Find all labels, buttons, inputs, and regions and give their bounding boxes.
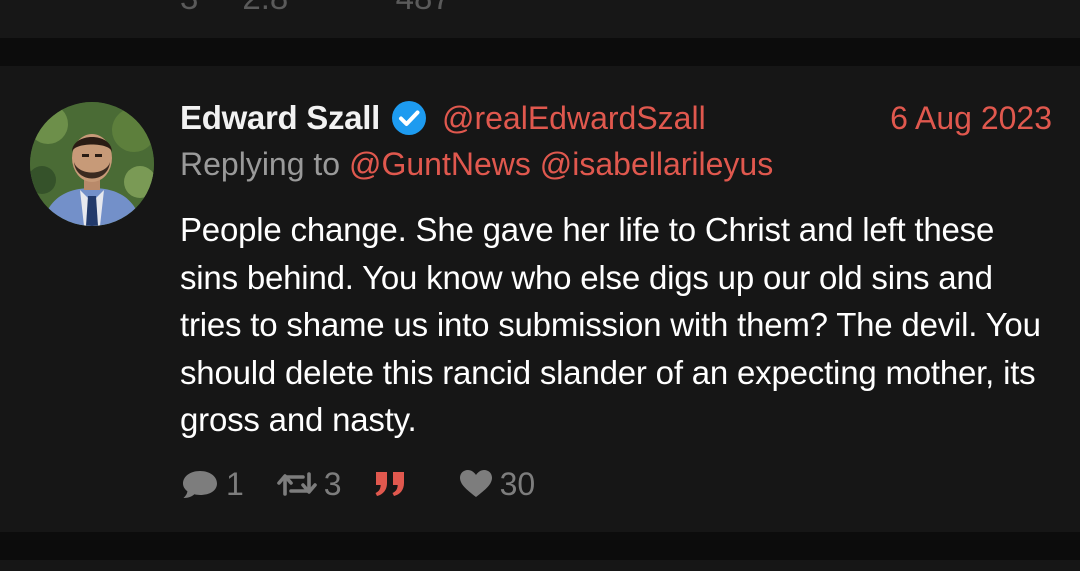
reply-button[interactable]: 1 [180,466,244,503]
post-date[interactable]: 6 Aug 2023 [890,100,1052,137]
like-button[interactable]: 30 [458,465,536,503]
retweet-count: 3 [323,465,342,502]
replying-to-line: Replying to @GuntNews @isabellarileyus [180,146,773,183]
speech-bubble-icon [180,468,220,500]
next-post-card [0,560,1080,571]
verified-badge-icon [390,99,428,137]
previous-post-actions: 3 2.8 ❞ 487 [180,0,451,17]
author-display-name[interactable]: Edward Szall [180,99,380,137]
like-count: 30 [499,465,536,502]
avatar[interactable] [30,102,154,226]
previous-like-count[interactable]: 487 [396,0,451,17]
post-text: People change. She gave her life to Chri… [180,211,1041,438]
previous-reply-count[interactable]: 3 [180,0,198,17]
retweet-button[interactable]: 3 [276,466,342,503]
post-actions: 1 3 30 [180,462,535,506]
reply-count: 1 [226,465,244,502]
mention-link[interactable]: @isabellarileyus [540,146,773,182]
retweet-icon [276,468,318,500]
author-handle[interactable]: @realEdwardSzall [442,100,706,137]
previous-post-card: 3 2.8 ❞ 487 [0,0,1080,38]
post-card[interactable]: Edward Szall @realEdwardSzall 6 Aug 2023… [0,66,1080,532]
post-header: Edward Szall @realEdwardSzall 6 Aug 2023 [180,96,1052,140]
quote-button[interactable] [372,468,410,500]
previous-quote-icon[interactable]: ❞ [332,0,351,17]
mention-link[interactable]: @GuntNews [349,146,531,182]
quote-icon [372,468,410,500]
heart-icon [458,468,494,500]
previous-retweet-count[interactable]: 2.8 [242,0,288,17]
replying-to-label: Replying to [180,146,341,182]
